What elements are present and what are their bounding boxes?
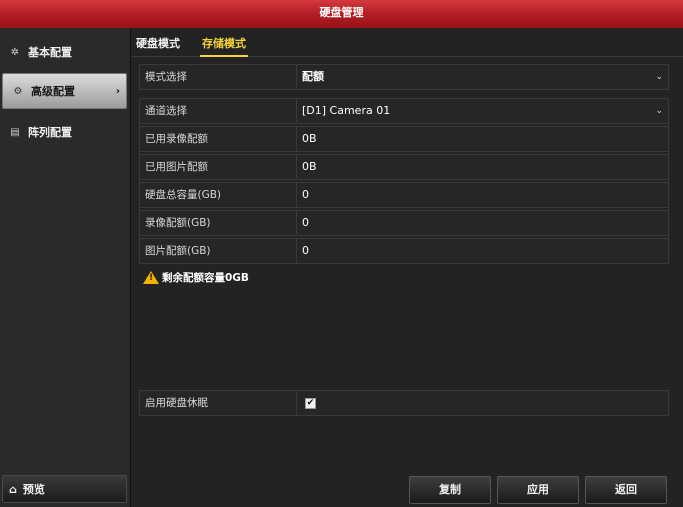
hdd-total-capacity-row: 硬盘总容量(GB) 0 (139, 182, 669, 208)
remaining-quota-warning: ! 剩余配额容量0GB (143, 270, 249, 285)
chevron-down-icon: ⌄ (655, 72, 663, 82)
used-record-quota-value: 0B (302, 132, 317, 145)
hdd-sleep-row: 启用硬盘休眠 ✔ (139, 390, 669, 416)
hdd-total-capacity-value: 0 (302, 188, 309, 201)
window-title: 硬盘管理 (0, 0, 683, 28)
used-picture-quota-value: 0B (302, 160, 317, 173)
picture-quota-label: 图片配额(GB) (140, 239, 297, 263)
record-quota-value[interactable]: 0 (302, 211, 309, 235)
mode-select-label: 模式选择 (140, 65, 297, 89)
remaining-quota-text: 剩余配额容量0GB (162, 272, 249, 284)
tab-storage-mode[interactable]: 存储模式 (200, 35, 248, 57)
used-record-quota-label: 已用录像配额 (140, 127, 297, 151)
gear-icon: ✲ (10, 46, 20, 58)
picture-quota-field[interactable]: 图片配额(GB) 0 (139, 238, 669, 264)
array-icon: ▤ (10, 126, 20, 138)
record-quota-field[interactable]: 录像配额(GB) 0 (139, 210, 669, 236)
main-panel: 硬盘模式 存储模式 模式选择 配额 ⌄ 通道选择 [D1] Camera 01 … (131, 28, 683, 507)
used-picture-quota-row: 已用图片配额 0B (139, 154, 669, 180)
sidebar: ✲ 基本配置 ⚙ 高级配置 › ▤ 阵列配置 ⌂ 预览 (0, 28, 131, 507)
sidebar-item-advanced-config[interactable]: ⚙ 高级配置 › (2, 73, 127, 109)
tab-bar: 硬盘模式 存储模式 (131, 28, 683, 57)
back-button[interactable]: 返回 (585, 476, 667, 504)
preview-button[interactable]: ⌂ 预览 (2, 475, 127, 503)
channel-select-value: [D1] Camera 01 (302, 104, 391, 117)
warning-icon: ! (143, 271, 159, 284)
sidebar-item-label: 基本配置 (28, 46, 72, 59)
preview-label: 预览 (22, 483, 45, 496)
mode-select[interactable]: 模式选择 配额 ⌄ (139, 64, 669, 90)
mode-select-value: 配额 (302, 70, 324, 83)
channel-select[interactable]: 通道选择 [D1] Camera 01 ⌄ (139, 98, 669, 124)
copy-button[interactable]: 复制 (409, 476, 491, 504)
apply-button[interactable]: 应用 (497, 476, 579, 504)
used-picture-quota-label: 已用图片配额 (140, 155, 297, 179)
hdd-total-capacity-label: 硬盘总容量(GB) (140, 183, 297, 207)
used-record-quota-row: 已用录像配额 0B (139, 126, 669, 152)
record-quota-label: 录像配额(GB) (140, 211, 297, 235)
sidebar-item-label: 阵列配置 (28, 126, 72, 139)
sidebar-item-array-config[interactable]: ▤ 阵列配置 (0, 114, 128, 150)
advanced-settings-icon: ⚙ (13, 85, 23, 97)
sidebar-item-basic-config[interactable]: ✲ 基本配置 (0, 34, 128, 70)
sidebar-item-label: 高级配置 (31, 85, 75, 98)
channel-select-label: 通道选择 (140, 99, 297, 123)
chevron-down-icon: ⌄ (655, 106, 663, 116)
picture-quota-value[interactable]: 0 (302, 239, 309, 263)
hdd-sleep-label: 启用硬盘休眠 (140, 391, 297, 415)
chevron-right-icon: › (115, 85, 120, 97)
hdd-sleep-checkbox[interactable]: ✔ (305, 398, 316, 409)
tab-hdd-mode[interactable]: 硬盘模式 (136, 35, 180, 51)
home-icon: ⌂ (9, 482, 17, 496)
